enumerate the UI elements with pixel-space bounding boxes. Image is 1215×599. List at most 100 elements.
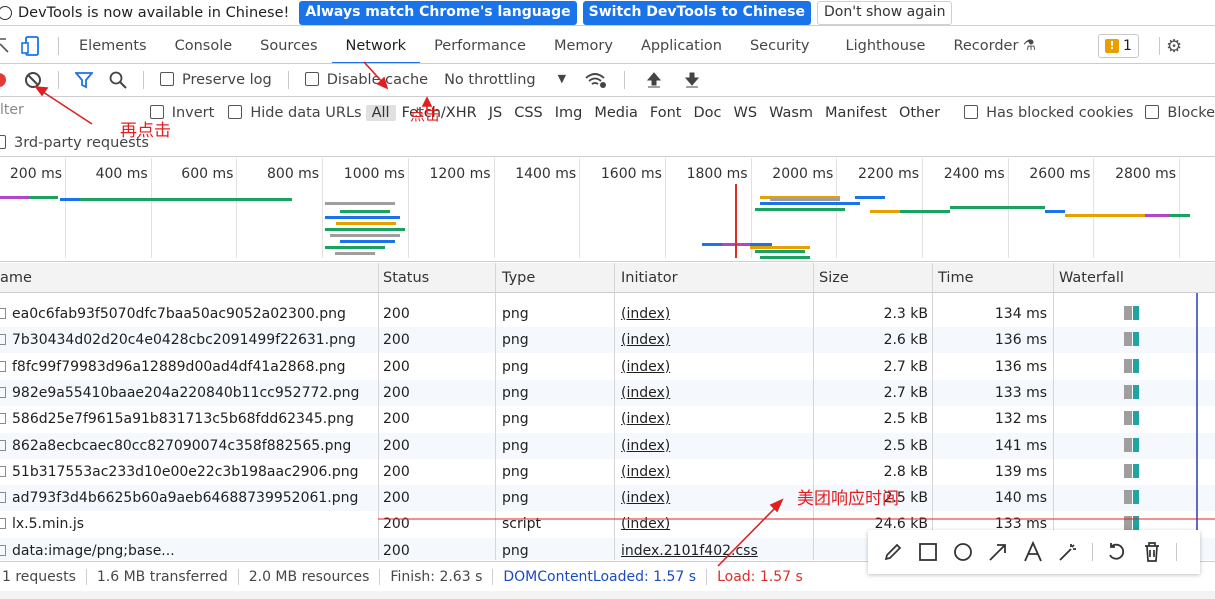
request-name[interactable]: 862a8ecbcaec80cc827090074c358f882565.png (12, 438, 351, 454)
request-name[interactable]: ea0c6fab93f5070dfc7baa50ac9052a02300.png (12, 306, 346, 322)
table-row[interactable]: 51b317553ac233d10e00e22c3b198aac2906.png… (0, 458, 1215, 485)
ellipse-icon[interactable] (952, 541, 974, 563)
search-icon[interactable] (109, 71, 127, 89)
magic-wand-icon[interactable] (1057, 541, 1079, 563)
filter-bar: lter Invert Hide data URLs All Fetch/XHR… (0, 97, 1215, 129)
request-initiator-link[interactable]: (index) (621, 490, 670, 506)
column-divider[interactable] (614, 263, 615, 560)
request-name[interactable]: ad793f3d4b6625b60a9aeb64688739952061.png (12, 490, 358, 506)
tab-security[interactable]: Security (736, 29, 824, 63)
inspect-element-icon[interactable] (0, 36, 10, 56)
rectangle-icon[interactable] (917, 541, 939, 563)
column-initiator-header[interactable]: Initiator (621, 270, 678, 286)
filter-type-img[interactable]: Img (549, 105, 589, 121)
request-initiator-link[interactable]: (index) (621, 306, 670, 322)
request-name[interactable]: lx.5.min.js (12, 516, 84, 532)
request-initiator-link[interactable]: (index) (621, 516, 670, 532)
column-name-header[interactable]: ame (0, 270, 32, 286)
filter-type-js[interactable]: JS (483, 105, 508, 121)
request-name[interactable]: 982e9a55410baae204a220840b11cc952772.png (12, 385, 359, 401)
column-size-header[interactable]: Size (819, 270, 849, 286)
clear-icon[interactable] (24, 71, 42, 89)
request-name[interactable]: f8fc99f79983d96a12889d00ad4df41a2868.png (12, 359, 346, 375)
request-initiator-link[interactable]: (index) (621, 411, 670, 427)
request-initiator-link[interactable]: index.2101f402.css (621, 543, 758, 559)
table-row[interactable]: f8fc99f79983d96a12889d00ad4df41a2868.png… (0, 353, 1215, 380)
undo-icon[interactable] (1106, 541, 1128, 563)
issues-badge[interactable]: ! 1 (1098, 34, 1139, 58)
column-divider[interactable] (813, 263, 814, 560)
tab-console[interactable]: Console (161, 29, 247, 63)
request-name[interactable]: data:image/png;base... (12, 543, 175, 559)
tab-lighthouse[interactable]: Lighthouse (824, 29, 940, 63)
request-initiator-link[interactable]: (index) (621, 332, 670, 348)
filter-type-ws[interactable]: WS (728, 105, 764, 121)
pencil-icon[interactable] (882, 541, 904, 563)
request-initiator-link[interactable]: (index) (621, 464, 670, 480)
filter-type-font[interactable]: Font (644, 105, 688, 121)
arrow-icon[interactable] (987, 541, 1009, 563)
tab-memory[interactable]: Memory (540, 29, 627, 63)
network-conditions-icon[interactable] (584, 71, 608, 89)
column-waterfall-header[interactable]: Waterfall (1059, 270, 1124, 286)
filter-type-doc[interactable]: Doc (688, 105, 728, 121)
request-name[interactable]: 7b30434d02d20c4e0428cbc2091499f22631.png (12, 332, 356, 348)
waterfall-queue-bar (1124, 411, 1132, 426)
table-row[interactable]: ea0c6fab93f5070dfc7baa50ac9052a02300.png… (0, 301, 1215, 327)
file-icon (0, 334, 6, 346)
tab-application[interactable]: Application (627, 29, 736, 63)
filter-input[interactable]: lter (0, 102, 132, 124)
table-row[interactable]: 862a8ecbcaec80cc827090074c358f882565.png… (0, 432, 1215, 459)
filter-type-other[interactable]: Other (893, 105, 946, 121)
request-initiator-link[interactable]: (index) (621, 438, 670, 454)
checkbox-box (228, 105, 243, 119)
tab-sources[interactable]: Sources (246, 29, 331, 63)
overview-request-bar (760, 256, 810, 259)
hide-data-urls-checkbox[interactable]: Hide data URLs (228, 105, 362, 121)
download-icon[interactable] (683, 71, 701, 89)
disable-cache-checkbox[interactable]: Disable cache (304, 72, 428, 88)
request-initiator-link[interactable]: (index) (621, 359, 670, 375)
request-initiator-link[interactable]: (index) (621, 385, 670, 401)
column-divider[interactable] (1053, 263, 1054, 560)
blocked-requests-checkbox[interactable]: Blocke (1145, 105, 1215, 121)
throttling-select[interactable]: No throttling ▼ (444, 72, 566, 88)
filter-type-wasm[interactable]: Wasm (763, 105, 819, 121)
column-divider[interactable] (495, 263, 496, 560)
tab-performance[interactable]: Performance (420, 29, 540, 63)
preserve-log-checkbox[interactable]: Preserve log (160, 72, 272, 88)
record-icon[interactable] (0, 73, 6, 87)
column-time-header[interactable]: Time (938, 270, 974, 286)
table-row[interactable]: ad793f3d4b6625b60a9aeb64688739952061.png… (0, 485, 1215, 512)
tab-network[interactable]: Network (331, 29, 421, 63)
request-name[interactable]: 586d25e7f9615a91b831713c5b68fdd62345.png (12, 411, 354, 427)
gear-icon[interactable]: ⚙ (1166, 36, 1182, 57)
request-size: 2.7 kB (883, 358, 928, 375)
table-row[interactable]: 982e9a55410baae204a220840b11cc952772.png… (0, 379, 1215, 406)
filter-type-media[interactable]: Media (588, 105, 644, 121)
blocked-cookies-checkbox[interactable]: Has blocked cookies (964, 105, 1133, 121)
switch-chinese-button[interactable]: Switch DevTools to Chinese (582, 0, 811, 25)
text-icon[interactable] (1022, 541, 1044, 563)
request-name[interactable]: 51b317553ac233d10e00e22c3b198aac2906.png (12, 464, 359, 480)
column-type-header[interactable]: Type (502, 270, 535, 286)
tab-elements[interactable]: Elements (65, 29, 161, 63)
table-row[interactable]: 7b30434d02d20c4e0428cbc2091499f22631.png… (0, 327, 1215, 354)
filter-type-all[interactable]: All (365, 105, 396, 121)
filter-type-manifest[interactable]: Manifest (819, 105, 893, 121)
filter-icon[interactable] (75, 71, 93, 89)
dont-show-again-button[interactable]: Don't show again (817, 0, 953, 25)
network-overview[interactable]: 200 ms 400 ms 600 ms 800 ms 1000 ms 1200 ms 14… (0, 158, 1215, 262)
trash-icon[interactable] (1141, 541, 1163, 563)
waterfall-queue-bar (1124, 463, 1132, 478)
overview-request-bar (325, 246, 385, 249)
column-divider[interactable] (378, 263, 379, 560)
tab-recorder[interactable]: Recorder ⚗ (939, 29, 1050, 63)
column-status-header[interactable]: Status (383, 270, 429, 286)
upload-icon[interactable] (645, 71, 663, 89)
match-language-button[interactable]: Always match Chrome's language (299, 0, 577, 25)
column-divider[interactable] (932, 263, 933, 560)
device-toolbar-icon[interactable] (20, 35, 42, 57)
table-row[interactable]: 586d25e7f9615a91b831713c5b68fdd62345.png… (0, 406, 1215, 433)
filter-type-css[interactable]: CSS (508, 105, 549, 121)
